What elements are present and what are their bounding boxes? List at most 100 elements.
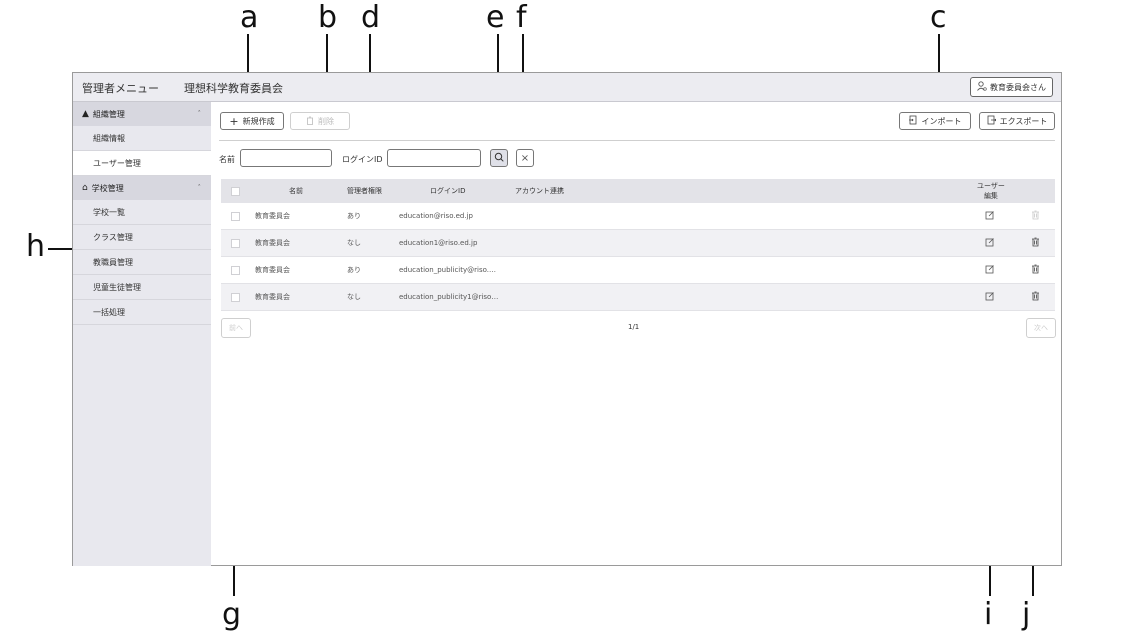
main-content: + 新規作成 削除 インポート エクスポート 名前 ログインID × 名前 管理… [211,102,1061,566]
trash-icon[interactable] [1031,264,1040,276]
row-checkbox[interactable] [231,212,240,221]
name-filter-label: 名前 [219,155,235,164]
toolbar-divider [219,140,1055,141]
trash-icon[interactable] [1031,237,1040,249]
table-row[interactable]: 教育委員会 なし education1@riso.ed.jp [221,230,1055,257]
callout-c: c [930,0,947,35]
row-admin: あり [347,212,361,220]
warning-icon: ▲ [82,109,89,119]
sidebar-section-label: 学校管理 [91,183,124,193]
sidebar-section-organization[interactable]: ▲ 組織管理 ˆ [73,102,211,126]
callout-j: j [1022,597,1031,632]
callout-a: a [240,0,259,35]
sidebar-item-class-management[interactable]: クラス管理 [73,225,211,250]
close-icon: × [520,152,530,164]
app-window: 管理者メニュー 理想科学教育委員会 教育委員会さん ▲ 組織管理 ˆ 組織情報 … [72,72,1062,566]
import-icon [908,115,918,127]
select-all-checkbox[interactable] [231,187,240,196]
user-edit-header-line2: 編集 [983,192,998,200]
callout-h: h [26,229,46,264]
callout-i: i [984,597,993,632]
row-name: 教育委員会 [255,239,290,247]
home-icon: ⌂ [82,183,88,193]
row-checkbox[interactable] [231,266,240,275]
new-create-button[interactable]: + 新規作成 [220,112,284,130]
user-icon [977,81,987,93]
import-button[interactable]: インポート [899,112,971,130]
row-admin: あり [347,266,361,274]
plus-icon: + [229,114,239,128]
delete-label: 削除 [318,116,334,126]
pagination: 前へ 1/1 次へ [211,318,1061,338]
export-label: エクスポート [999,116,1048,126]
sidebar-item-label: ユーザー管理 [93,158,141,168]
search-icon [494,152,504,165]
sidebar-item-org-info[interactable]: 組織情報 [73,126,211,151]
column-header-account-link: アカウント連携 [515,187,564,195]
row-checkbox[interactable] [231,293,240,302]
edit-icon[interactable] [985,291,995,303]
sidebar-item-label: 組織情報 [93,133,125,143]
user-table: 名前 管理者権限 ログインID アカウント連携 ユーザー 編集 教育委員会 あり… [221,179,1055,311]
sidebar: ▲ 組織管理 ˆ 組織情報 ユーザー管理 ⌂ 学校管理 ˆ 学校一覧 クラス管理… [73,102,211,566]
column-header-user-edit: ユーザー 編集 [977,181,1005,201]
top-bar: 管理者メニュー 理想科学教育委員会 教育委員会さん [73,73,1061,102]
user-name: 教育委員会さん [990,82,1046,92]
edit-icon[interactable] [985,210,995,222]
table-row[interactable]: 教育委員会 なし education_publicity1@riso… [221,284,1055,311]
search-button[interactable] [490,149,508,167]
new-create-label: 新規作成 [242,116,275,126]
sidebar-item-label: 児童生徒管理 [93,282,141,292]
row-name: 教育委員会 [255,212,290,220]
clear-button[interactable]: × [516,149,534,167]
sidebar-item-label: 教職員管理 [93,257,133,267]
login-id-filter-label: ログインID [342,155,383,164]
column-header-login-id: ログインID [430,187,466,195]
callout-b: b [318,0,338,35]
sidebar-item-label: クラス管理 [93,232,133,242]
callout-g: g [222,597,242,632]
row-admin: なし [347,239,361,247]
table-row[interactable]: 教育委員会 あり education@riso.ed.jp [221,203,1055,230]
row-admin: なし [347,293,361,301]
prev-page-button[interactable]: 前へ [221,318,251,338]
callout-f: f [516,0,527,35]
sidebar-item-student-management[interactable]: 児童生徒管理 [73,275,211,300]
sidebar-section-school[interactable]: ⌂ 学校管理 ˆ [73,176,211,200]
delete-button[interactable]: 削除 [290,112,350,130]
user-account-button[interactable]: 教育委員会さん [970,77,1053,97]
user-edit-header-line1: ユーザー [977,182,1005,190]
table-row[interactable]: 教育委員会 あり education_publicity@riso.… [221,257,1055,284]
next-page-button[interactable]: 次へ [1026,318,1056,338]
export-icon [987,115,997,127]
row-login-id: education1@riso.ed.jp [399,239,478,247]
organization-name: 理想科学教育委員会 [184,82,283,95]
column-header-name: 名前 [289,187,303,195]
name-filter-input[interactable] [240,149,332,167]
login-id-filter-input[interactable] [387,149,481,167]
row-login-id: education@riso.ed.jp [399,212,473,220]
sidebar-item-batch-processing[interactable]: 一括処理 [73,300,211,325]
sidebar-item-school-list[interactable]: 学校一覧 [73,200,211,225]
import-label: インポート [921,116,962,126]
sidebar-section-label: 組織管理 [92,109,125,119]
row-checkbox[interactable] [231,239,240,248]
page-indicator: 1/1 [628,323,640,331]
edit-icon[interactable] [985,264,995,276]
row-login-id: education_publicity@riso.… [399,266,496,274]
menu-title: 管理者メニュー [82,82,159,95]
row-login-id: education_publicity1@riso… [399,293,499,301]
trash-icon[interactable] [1031,210,1040,222]
sidebar-item-user-management[interactable]: ユーザー管理 [73,151,211,176]
column-header-admin: 管理者権限 [347,187,382,195]
sidebar-item-staff-management[interactable]: 教職員管理 [73,250,211,275]
callout-e: e [486,0,505,35]
edit-icon[interactable] [985,237,995,249]
table-header: 名前 管理者権限 ログインID アカウント連携 ユーザー 編集 [221,179,1055,203]
trash-icon[interactable] [1031,291,1040,303]
export-button[interactable]: エクスポート [979,112,1055,130]
row-name: 教育委員会 [255,293,290,301]
chevron-up-icon: ˆ [197,184,202,192]
callout-d: d [361,0,381,35]
sidebar-item-label: 一括処理 [93,307,125,317]
